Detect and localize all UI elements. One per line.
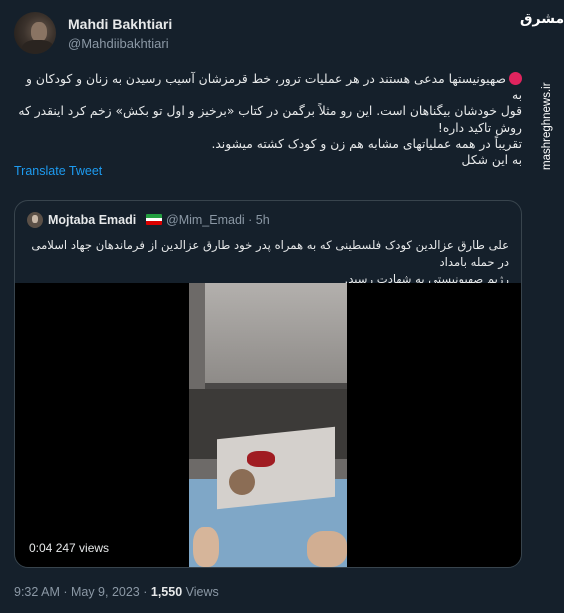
timestamp-text: 9:32 AM · May 9, 2023 ·	[14, 585, 151, 599]
quoted-line: علی طارق عزالدین کودک فلسطینی که به همرا…	[31, 238, 509, 269]
video-scene-head	[229, 469, 255, 495]
author-name[interactable]: Mahdi Bakhtiari	[68, 16, 172, 32]
video-scene-door	[205, 283, 347, 383]
video-scene-hand-left	[193, 527, 219, 567]
tweet-line: تقریباً در همه عملیاتهای مشابه هم زن و ک…	[211, 136, 522, 151]
video-scene-sheet	[217, 426, 335, 510]
tweet-text: صهیونیستها مدعی هستند در هر عملیات ترور،…	[14, 71, 522, 168]
tweet-line: قول خودشان بیگناهان است. این رو مثلاً بر…	[18, 104, 522, 119]
author-avatar[interactable]	[14, 12, 56, 54]
tweet-line: صهیونیستها مدعی هستند در هر عملیات ترور،…	[26, 72, 522, 103]
video-frame	[189, 283, 347, 567]
video-duration-views: 0:04 247 views	[25, 539, 114, 557]
quoted-author-name: Mojtaba Emadi	[48, 213, 137, 227]
tweet-timestamp[interactable]: 9:32 AM · May 9, 2023 · 1,550 Views	[14, 585, 219, 599]
video-scene-hand-right	[307, 531, 347, 567]
quoted-text: علی طارق عزالدین کودک فلسطینی که به همرا…	[25, 237, 509, 288]
red-circle-icon	[509, 72, 522, 85]
avatar-face	[31, 22, 47, 42]
video-player[interactable]: 0:04 247 views	[15, 283, 521, 567]
iran-flag-icon	[146, 214, 162, 225]
avatar-body	[22, 40, 54, 54]
video-scene-stain	[247, 451, 275, 467]
mashregh-logo: مشرق	[520, 11, 564, 27]
views-count: 1,550	[150, 585, 183, 599]
translate-tweet-link[interactable]: Translate Tweet	[14, 164, 102, 178]
tweet-line: روش تاکید داره!	[437, 120, 522, 135]
views-label: Views	[182, 585, 219, 599]
author-handle[interactable]: @Mahdiibakhtiari	[68, 36, 169, 51]
quoted-tweet[interactable]: Mojtaba Emadi @Mim_Emadi · 5h علی طارق ع…	[14, 200, 522, 568]
quoted-handle-time: @Mim_Emadi · 5h	[166, 213, 270, 227]
quoted-author-avatar	[27, 212, 43, 228]
watermark-text: mashreghnews.ir	[541, 82, 553, 170]
